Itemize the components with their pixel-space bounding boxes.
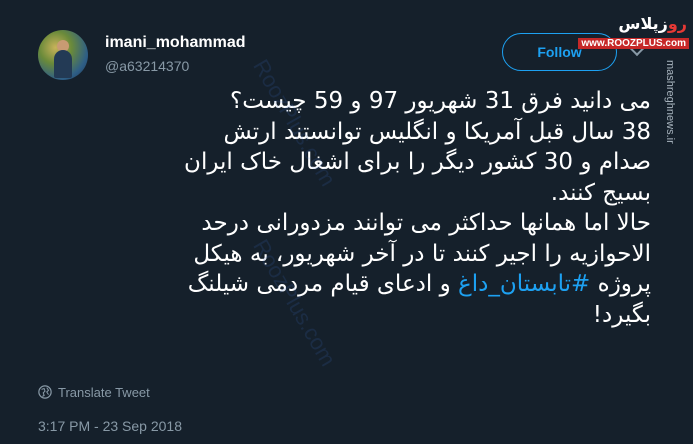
watermark-side-text: mashreghnews.ir [664, 60, 676, 144]
tweet-text: می دانید فرق 31 شهریور 97 و 59 چیست؟ 38 … [31, 86, 651, 330]
display-name[interactable]: imani_mohammad [105, 34, 245, 52]
watermark-logo: روزپلاس www.ROOZPLUS.com [578, 10, 693, 56]
tweet-line: 38 سال قبل آمریکا و انگلیس توانستند ارتش [223, 118, 651, 145]
user-handle[interactable]: @a63214370 [105, 58, 189, 74]
tweet-line: بسیج کنند. [550, 179, 651, 206]
tweet-line: پروژه #تابستان_داغ و ادعای قیام مردمی شی… [31, 269, 651, 300]
tweet-line: حالا اما همانها حداکثر می توانند مزدوران… [201, 210, 651, 236]
hashtag-link[interactable]: #تابستان_داغ [458, 271, 590, 297]
avatar-body-shape [54, 50, 72, 78]
tweet-line: بگیرد! [592, 301, 651, 328]
tweet-card: imani_mohammad @a63214370 Follow می دانی… [0, 0, 693, 444]
avatar[interactable] [38, 30, 88, 80]
tweet-text-segment: و ادعای قیام مردمی شیلنگ [187, 271, 459, 297]
tweet-line: می دانید فرق 31 شهریور 97 و 59 چیست؟ [230, 88, 651, 114]
translate-label: Translate Tweet [58, 384, 150, 400]
tweet-line: الاحوازیه را اجیر کنند تا در آخر شهریور،… [193, 240, 651, 267]
globe-icon [38, 385, 52, 399]
tweet-timestamp[interactable]: 3:17 PM - 23 Sep 2018 [38, 418, 182, 434]
watermark-site: www.ROOZPLUS.com [578, 38, 689, 49]
tweet-line: صدام و 30 کشور دیگر را برای اشغال خاک ای… [184, 149, 651, 175]
watermark-logo-text: روزپلاس [618, 14, 687, 33]
tweet-text-segment: پروژه [590, 271, 651, 297]
translate-tweet-link[interactable]: Translate Tweet [38, 384, 150, 400]
